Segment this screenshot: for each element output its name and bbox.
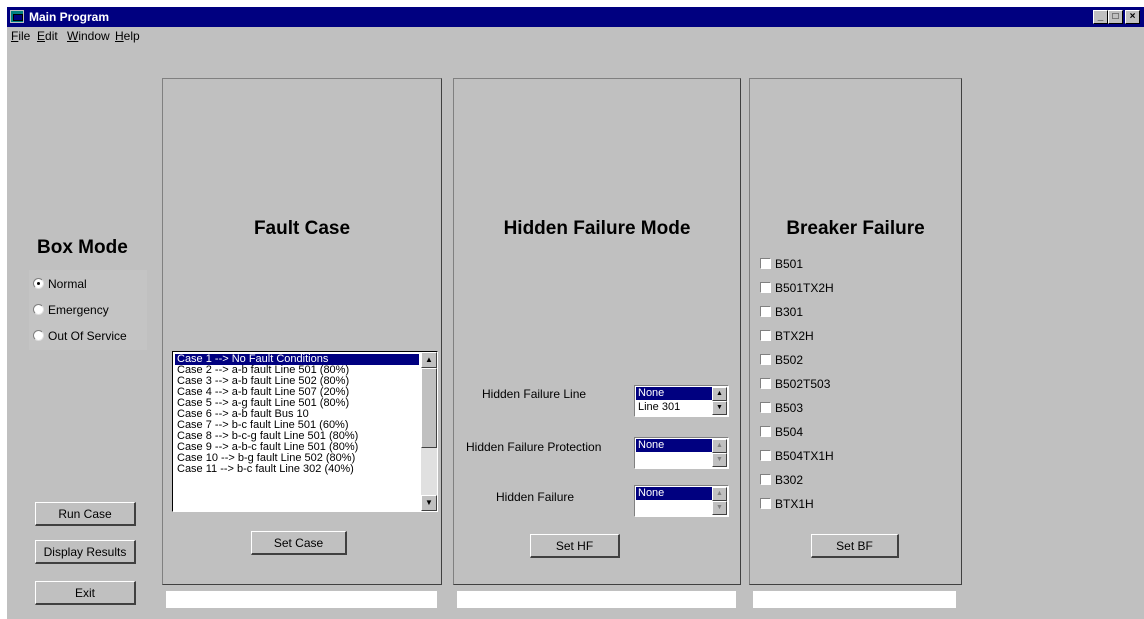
fault-case-list[interactable]: Case 1 --> No Fault Conditions Case 2 -->… (172, 351, 438, 512)
menu-edit[interactable]: Edit (37, 29, 58, 43)
hidden-failure-protection-label: Hidden Failure Protection (466, 440, 602, 454)
checkbox-label: B504TX1H (775, 449, 834, 463)
spinner-next-value[interactable] (636, 453, 712, 466)
checkbox-indicator[interactable] (760, 258, 771, 269)
checkbox-indicator[interactable] (760, 378, 771, 389)
app-icon[interactable] (10, 10, 24, 23)
radio-label: Normal (48, 277, 87, 291)
menu-bar: File Edit Window Help (7, 27, 1144, 45)
hidden-failure-line-spinner[interactable]: None Line 301 ▲ ▼ (634, 385, 729, 417)
checkbox-indicator[interactable] (760, 474, 771, 485)
main-window: Main Program _ □ × File Edit Window Help… (7, 7, 1144, 619)
spin-down-icon[interactable]: ▼ (712, 401, 727, 415)
checkbox-label: B501 (775, 257, 804, 271)
maximize-button[interactable]: □ (1108, 10, 1123, 24)
fault-case-item[interactable]: Case 11 --> b-c fault Line 302 (40%) (175, 464, 354, 475)
checkbox-indicator[interactable] (760, 450, 771, 461)
checkbox-label: B503 (775, 401, 804, 415)
exit-button[interactable]: Exit (35, 581, 136, 605)
menu-file[interactable]: File (11, 29, 30, 43)
checkbox-label: B502T503 (775, 377, 831, 391)
checkbox-label: B301 (775, 305, 804, 319)
box-mode-title: Box Mode (37, 237, 128, 258)
spinner-selected-value[interactable]: None (636, 387, 712, 400)
checkbox-label: BTX2H (775, 329, 814, 343)
radio-label: Emergency (48, 303, 109, 317)
set-hf-button[interactable]: Set HF (530, 534, 620, 558)
hidden-failure-status (457, 591, 736, 608)
run-case-button[interactable]: Run Case (35, 502, 136, 526)
radio-indicator[interactable] (33, 304, 44, 315)
checkbox-indicator[interactable] (760, 282, 771, 293)
fault-case-title: Fault Case (253, 218, 351, 239)
set-bf-button[interactable]: Set BF (811, 534, 899, 558)
box-mode-group: Normal Emergency Out Of Service (29, 270, 147, 350)
hidden-failure-protection-spinner[interactable]: None ▲ ▼ (634, 437, 729, 469)
spinner-next-value[interactable] (636, 501, 712, 514)
title-bar[interactable]: Main Program _ □ × (7, 7, 1144, 27)
hidden-failure-label: Hidden Failure (496, 490, 575, 504)
spinner-selected-value[interactable]: None (636, 487, 712, 500)
fault-list-scrollbar[interactable]: ▲ ▼ (421, 352, 437, 511)
hidden-failure-title: Hidden Failure Mode (503, 218, 691, 239)
checkbox-indicator[interactable] (760, 354, 771, 365)
close-button[interactable]: × (1125, 10, 1140, 24)
display-results-button[interactable]: Display Results (35, 540, 136, 564)
set-case-button[interactable]: Set Case (251, 531, 347, 555)
spin-up-icon[interactable]: ▲ (712, 439, 727, 453)
fault-case-status (166, 591, 437, 608)
checkbox-indicator[interactable] (760, 306, 771, 317)
breaker-failure-title: Breaker Failure (786, 218, 925, 239)
checkbox-indicator[interactable] (760, 402, 771, 413)
window-title: Main Program (29, 10, 110, 24)
spin-down-icon[interactable]: ▼ (712, 453, 727, 467)
checkbox-indicator[interactable] (760, 498, 771, 509)
spin-up-icon[interactable]: ▲ (712, 487, 727, 501)
hidden-failure-spinner[interactable]: None ▲ ▼ (634, 485, 729, 517)
checkbox-indicator[interactable] (760, 426, 771, 437)
checkbox-label: BTX1H (775, 497, 814, 511)
scroll-thumb[interactable] (421, 368, 437, 448)
spin-down-icon[interactable]: ▼ (712, 501, 727, 515)
breaker-failure-status (753, 591, 956, 608)
spinner-next-value[interactable]: Line 301 (636, 401, 712, 414)
radio-indicator[interactable] (33, 330, 44, 341)
minimize-button[interactable]: _ (1093, 10, 1108, 24)
spin-up-icon[interactable]: ▲ (712, 387, 727, 401)
radio-label: Out Of Service (48, 329, 127, 343)
menu-window[interactable]: Window (67, 29, 110, 43)
hidden-failure-line-label: Hidden Failure Line (482, 387, 587, 401)
checkbox-label: B302 (775, 473, 804, 487)
checkbox-indicator[interactable] (760, 330, 771, 341)
checkbox-label: B501TX2H (775, 281, 834, 295)
checkbox-label: B502 (775, 353, 804, 367)
radio-indicator[interactable] (33, 278, 44, 289)
checkbox-label: B504 (775, 425, 804, 439)
spinner-selected-value[interactable]: None (636, 439, 712, 452)
scroll-down-icon[interactable]: ▼ (421, 495, 437, 511)
menu-help[interactable]: Help (115, 29, 140, 43)
scroll-up-icon[interactable]: ▲ (421, 352, 437, 368)
